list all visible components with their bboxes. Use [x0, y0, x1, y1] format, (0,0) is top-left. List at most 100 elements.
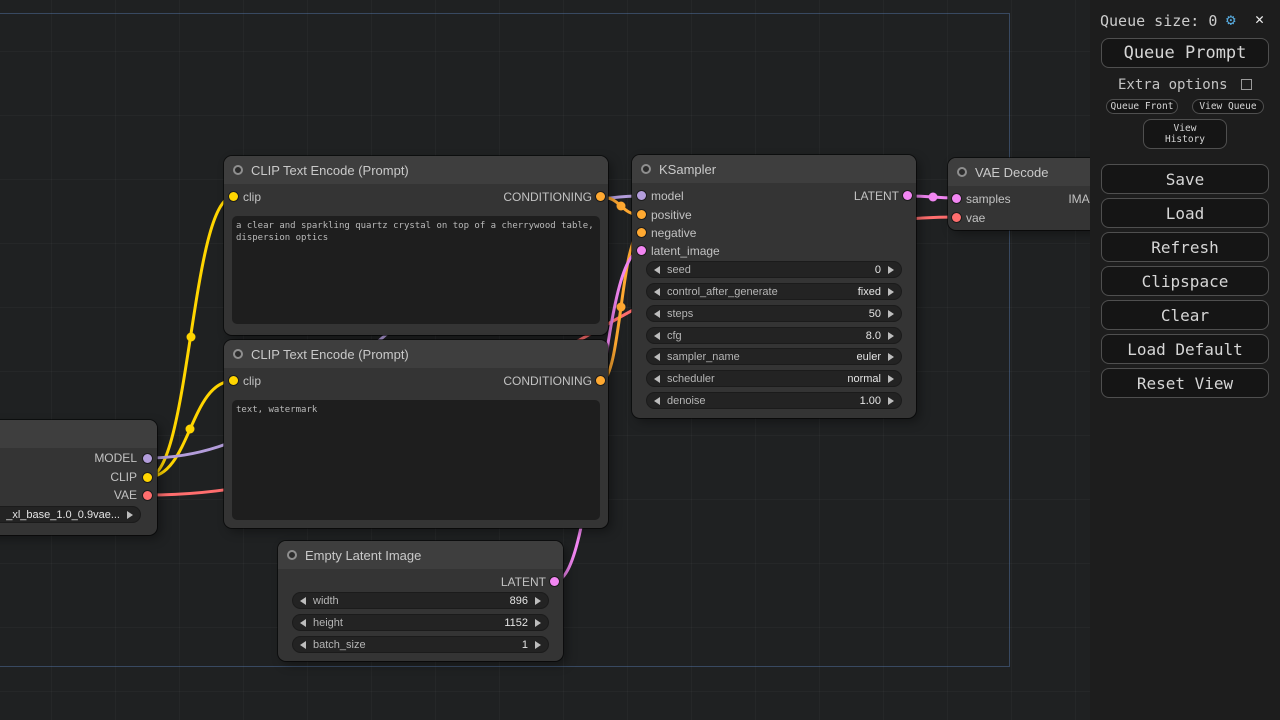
increment-arrow-icon[interactable]	[888, 397, 894, 405]
decrement-arrow-icon[interactable]	[654, 310, 660, 318]
widget-value: 896	[510, 595, 528, 607]
widget-sampler-name[interactable]: sampler_name euler	[646, 348, 902, 365]
widget-label: cfg	[667, 330, 682, 342]
input-label-positive: positive	[651, 208, 692, 222]
node-empty-latent-image[interactable]: Empty Latent Image LATENT width 896 heig…	[278, 541, 563, 661]
decrement-arrow-icon[interactable]	[654, 375, 660, 383]
prompt-textarea[interactable]: text, watermark	[232, 400, 600, 520]
widget-value: fixed	[858, 286, 881, 298]
node-collapse-dot[interactable]	[641, 164, 651, 174]
decrement-arrow-icon[interactable]	[654, 397, 660, 405]
input-label-clip: clip	[243, 190, 261, 204]
widget-height[interactable]: height 1152	[292, 614, 549, 631]
widget-value: 1.00	[860, 395, 881, 407]
input-slot-samples[interactable]	[952, 194, 961, 203]
increment-arrow-icon[interactable]	[888, 288, 894, 296]
widget-label: height	[313, 617, 343, 629]
node-title: VAE Decode	[975, 165, 1048, 180]
output-label-model: MODEL	[94, 451, 137, 465]
node-collapse-dot[interactable]	[233, 165, 243, 175]
settings-gear-icon[interactable]: ⚙	[1226, 10, 1236, 29]
output-slot-clip[interactable]	[143, 473, 152, 482]
widget-width[interactable]: width 896	[292, 592, 549, 609]
increment-arrow-icon[interactable]	[888, 266, 894, 274]
input-label-model: model	[651, 189, 684, 203]
input-slot-positive[interactable]	[637, 210, 646, 219]
load-default-button[interactable]: Load Default	[1101, 334, 1269, 364]
node-collapse-dot[interactable]	[287, 550, 297, 560]
input-label-clip: clip	[243, 374, 261, 388]
queue-prompt-button[interactable]: Queue Prompt	[1101, 38, 1269, 68]
widget-steps[interactable]: steps 50	[646, 305, 902, 322]
widget-cfg[interactable]: cfg 8.0	[646, 327, 902, 344]
increment-arrow-icon[interactable]	[888, 353, 894, 361]
increment-arrow-icon[interactable]	[535, 641, 541, 649]
queue-size-label: Queue size: 0	[1100, 12, 1217, 30]
decrement-arrow-icon[interactable]	[654, 332, 660, 340]
increment-arrow-icon[interactable]	[888, 332, 894, 340]
view-queue-button[interactable]: View Queue	[1192, 99, 1264, 114]
input-label-samples: samples	[966, 192, 1011, 206]
queue-front-button[interactable]: Queue Front	[1106, 99, 1178, 114]
clipspace-button[interactable]: Clipspace	[1101, 266, 1269, 296]
node-clip-text-encode-positive[interactable]: CLIP Text Encode (Prompt) clip CONDITION…	[224, 156, 608, 335]
increment-arrow-icon[interactable]	[535, 597, 541, 605]
decrement-arrow-icon[interactable]	[300, 619, 306, 627]
decrement-arrow-icon[interactable]	[654, 266, 660, 274]
widget-seed[interactable]: seed 0	[646, 261, 902, 278]
node-titlebar[interactable]: CLIP Text Encode (Prompt)	[224, 156, 608, 184]
reset-view-button[interactable]: Reset View	[1101, 368, 1269, 398]
widget-batch-size[interactable]: batch_size 1	[292, 636, 549, 653]
widget-label: batch_size	[313, 639, 366, 651]
increment-arrow-icon[interactable]	[888, 375, 894, 383]
decrement-arrow-icon[interactable]	[654, 288, 660, 296]
input-slot-vae[interactable]	[952, 213, 961, 222]
decrement-arrow-icon[interactable]	[654, 353, 660, 361]
node-ksampler[interactable]: KSampler model positive negative latent_…	[632, 155, 916, 418]
node-collapse-dot[interactable]	[233, 349, 243, 359]
node-titlebar[interactable]: Empty Latent Image	[278, 541, 563, 569]
extra-options-checkbox[interactable]	[1241, 79, 1252, 90]
widget-ckpt-name[interactable]: _xl_base_1.0_0.9vae...	[0, 506, 141, 523]
input-slot-negative[interactable]	[637, 228, 646, 237]
output-slot-latent[interactable]	[550, 577, 559, 586]
clear-button[interactable]: Clear	[1101, 300, 1269, 330]
widget-label: sampler_name	[667, 351, 740, 363]
output-slot-conditioning[interactable]	[596, 376, 605, 385]
node-titlebar[interactable]	[0, 420, 157, 448]
node-load-checkpoint[interactable]: MODEL CLIP VAE _xl_base_1.0_0.9vae...	[0, 420, 157, 535]
node-title: CLIP Text Encode (Prompt)	[251, 163, 409, 178]
increment-arrow-icon[interactable]	[888, 310, 894, 318]
node-titlebar[interactable]: CLIP Text Encode (Prompt)	[224, 340, 608, 368]
view-history-button[interactable]: View History	[1143, 119, 1227, 149]
refresh-button[interactable]: Refresh	[1101, 232, 1269, 262]
save-button[interactable]: Save	[1101, 164, 1269, 194]
widget-denoise[interactable]: denoise 1.00	[646, 392, 902, 409]
output-label-latent: LATENT	[854, 189, 899, 203]
input-slot-clip[interactable]	[229, 376, 238, 385]
widget-control-after-generate[interactable]: control_after_generate fixed	[646, 283, 902, 300]
output-slot-conditioning[interactable]	[596, 192, 605, 201]
widget-scheduler[interactable]: scheduler normal	[646, 370, 902, 387]
node-clip-text-encode-negative[interactable]: CLIP Text Encode (Prompt) clip CONDITION…	[224, 340, 608, 528]
prompt-textarea[interactable]: a clear and sparkling quartz crystal on …	[232, 216, 600, 324]
close-icon[interactable]: ✕	[1255, 10, 1264, 28]
node-titlebar[interactable]: KSampler	[632, 155, 916, 183]
input-slot-model[interactable]	[637, 191, 646, 200]
widget-label: scheduler	[667, 373, 715, 385]
input-slot-clip[interactable]	[229, 192, 238, 201]
output-slot-model[interactable]	[143, 454, 152, 463]
increment-arrow-icon[interactable]	[127, 511, 133, 519]
increment-arrow-icon[interactable]	[535, 619, 541, 627]
load-button[interactable]: Load	[1101, 198, 1269, 228]
node-title: Empty Latent Image	[305, 548, 421, 563]
node-collapse-dot[interactable]	[957, 167, 967, 177]
widget-label: denoise	[667, 395, 706, 407]
output-slot-latent[interactable]	[903, 191, 912, 200]
output-slot-vae[interactable]	[143, 491, 152, 500]
widget-value: 0	[875, 264, 881, 276]
decrement-arrow-icon[interactable]	[300, 641, 306, 649]
decrement-arrow-icon[interactable]	[300, 597, 306, 605]
comfyui-app: CLIP Text Encode (Prompt) clip CONDITION…	[0, 0, 1280, 720]
input-slot-latent-image[interactable]	[637, 246, 646, 255]
